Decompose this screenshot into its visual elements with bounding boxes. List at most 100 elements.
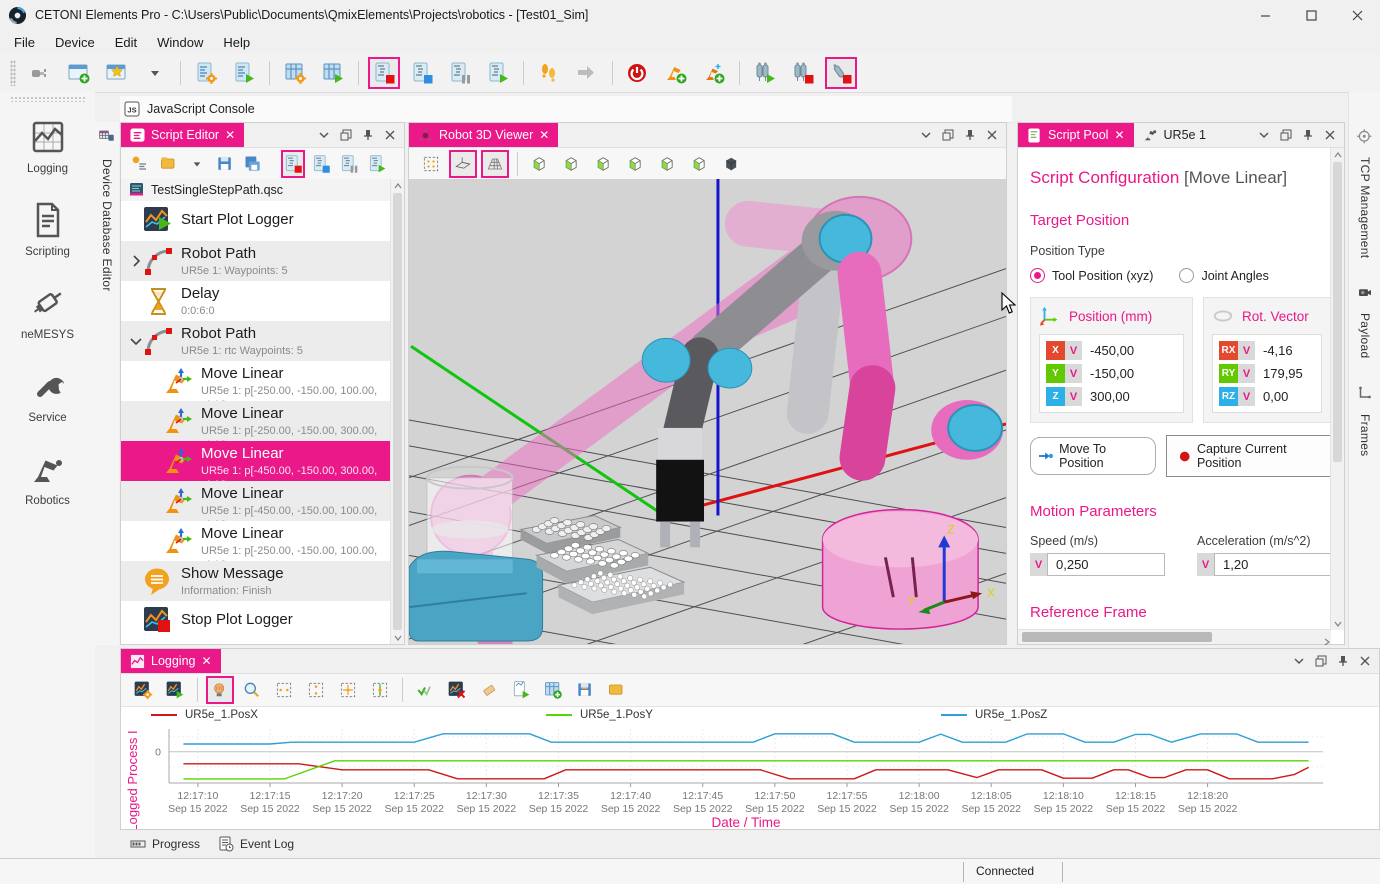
tab-script-pool[interactable]: Script Pool✕ (1018, 123, 1134, 147)
close-tab-icon[interactable]: ✕ (225, 129, 235, 141)
check-icon[interactable] (411, 676, 439, 704)
script-list-run-icon[interactable] (228, 57, 260, 89)
run-icon[interactable] (365, 150, 389, 178)
script-step-row[interactable]: Move Linear UR5e 1: p[-450.00, -150.00, … (121, 441, 391, 481)
script-step-row[interactable]: Stop Plot Logger (121, 601, 391, 641)
script-step-row[interactable]: Move Linear UR5e 1: p[-250.00, -150.00, … (121, 521, 391, 561)
script-file-header[interactable]: TestSingleStepPath.qsc (121, 179, 391, 201)
script-step-row[interactable]: Move Linear UR5e 1: p[-250.00, -150.00, … (121, 361, 391, 401)
snap-points-icon[interactable] (417, 150, 445, 178)
script-step-row[interactable]: Start Plot Logger (121, 201, 391, 241)
clip-plane-icon[interactable] (449, 150, 477, 178)
chart-config-icon[interactable] (129, 676, 157, 704)
scroll-down-icon[interactable] (1331, 617, 1344, 630)
frame-center-icon[interactable] (366, 676, 394, 704)
panel-menu-icon[interactable] (920, 129, 932, 141)
save-config-icon[interactable] (213, 150, 237, 178)
y-value[interactable]: -150,00 (1090, 366, 1134, 381)
solid-cube-icon[interactable] (718, 150, 746, 178)
script-step-row[interactable]: Robot Path UR5e 1: Waypoints: 5 (121, 241, 391, 281)
rz-value[interactable]: 0,00 (1263, 389, 1288, 404)
expander-expanded-icon[interactable] (129, 334, 143, 348)
script-pause-icon[interactable] (444, 57, 476, 89)
rx-value[interactable]: -4,16 (1263, 343, 1293, 358)
dosing-stop-single-icon[interactable] (825, 57, 857, 89)
pool-vertical-scrollbar[interactable] (1330, 148, 1344, 630)
panel-close-icon[interactable] (1324, 129, 1336, 141)
tab-logging[interactable]: Logging✕ (121, 649, 221, 673)
disconnect-icon[interactable] (25, 57, 57, 89)
javascript-console-bar[interactable]: JS JavaScript Console (120, 96, 1012, 123)
save-icon[interactable] (571, 676, 599, 704)
tab-ur5e-1[interactable]: UR5e 1 (1134, 123, 1215, 147)
legend-ur5e_1.posz[interactable]: UR5e_1.PosZ (941, 709, 1047, 721)
y-variable-dropdown[interactable]: V (1065, 364, 1082, 383)
capture-current-position-button[interactable]: Capture Current Position (1166, 435, 1331, 477)
panel-pin-icon[interactable] (1302, 129, 1314, 141)
floor-grid-icon[interactable] (481, 150, 509, 178)
chart-export-icon[interactable] (507, 676, 535, 704)
folder-icon[interactable] (603, 676, 631, 704)
script-step-row[interactable]: Robot Path UR5e 1: rtc Waypoints: 5 (121, 321, 391, 361)
panel-pin-icon[interactable] (362, 129, 374, 141)
menu-file[interactable]: File (4, 32, 45, 53)
x-value[interactable]: -450,00 (1090, 343, 1134, 358)
menu-window[interactable]: Window (147, 32, 213, 53)
script-stop-icon[interactable] (368, 57, 400, 89)
minimize-button[interactable] (1242, 0, 1288, 30)
radio-selected-icon[interactable] (1030, 268, 1045, 283)
panel-menu-icon[interactable] (1258, 129, 1270, 141)
window-add-icon[interactable] (63, 57, 95, 89)
panel-menu-icon[interactable] (1293, 655, 1305, 667)
script-tree-scrollbar[interactable] (390, 179, 404, 644)
scroll-up-icon[interactable] (1331, 148, 1344, 161)
script-stop-all-icon[interactable] (406, 57, 438, 89)
caret-down-icon[interactable] (185, 150, 209, 178)
stop-icon[interactable] (281, 150, 305, 178)
panel-menu-icon[interactable] (318, 129, 330, 141)
right-tab-frames[interactable]: Frames (1356, 385, 1374, 456)
view-cube-icon[interactable] (686, 150, 714, 178)
device-table-config-icon[interactable] (279, 57, 311, 89)
acceleration-variable-dropdown[interactable]: V (1197, 553, 1214, 576)
folder-open-icon[interactable] (157, 150, 181, 178)
close-button[interactable] (1334, 0, 1380, 30)
progress-tab[interactable]: Progress (130, 836, 200, 852)
panel-pin-icon[interactable] (964, 129, 976, 141)
script-resume-icon[interactable] (482, 57, 514, 89)
rz-variable-dropdown[interactable]: V (1238, 387, 1255, 406)
panel-close-icon[interactable] (986, 129, 998, 141)
step-footprints-icon[interactable] (533, 57, 565, 89)
robot-axes-add-icon[interactable] (698, 57, 730, 89)
toolbar-grip[interactable] (10, 60, 16, 86)
tab-script-editor[interactable]: Script Editor✕ (121, 123, 244, 147)
close-tab-icon[interactable]: ✕ (539, 129, 549, 141)
stop-blue-icon[interactable] (309, 150, 333, 178)
emergency-stop-icon[interactable] (622, 57, 654, 89)
sidebar-item-robotics[interactable]: Robotics (0, 436, 95, 519)
frame-v-icon[interactable] (302, 676, 330, 704)
device-database-editor-tab[interactable]: Device Database Editor (95, 122, 119, 645)
script-step-row[interactable]: Delay 0:0:6:0 (121, 281, 391, 321)
save-all-icon[interactable] (241, 150, 265, 178)
radio-unselected-icon[interactable] (1179, 268, 1194, 283)
sidebar-item-scripting[interactable]: Scripting (0, 187, 95, 270)
pool-horizontal-scrollbar[interactable] (1018, 629, 1331, 644)
panel-float-icon[interactable] (340, 129, 352, 141)
script-step-row[interactable]: Show Message Information: Finish (121, 561, 391, 601)
ry-variable-dropdown[interactable]: V (1238, 364, 1255, 383)
eraser-icon[interactable] (475, 676, 503, 704)
device-table-run-icon[interactable] (317, 57, 349, 89)
ry-value[interactable]: 179,95 (1263, 366, 1303, 381)
chart-clear-icon[interactable] (443, 676, 471, 704)
sidebar-item-logging[interactable]: Logging (0, 104, 95, 187)
close-tab-icon[interactable]: ✕ (1114, 129, 1124, 141)
panel-pin-icon[interactable] (1337, 655, 1349, 667)
z-value[interactable]: 300,00 (1090, 389, 1130, 404)
event-log-tab[interactable]: Event Log (218, 836, 294, 852)
sidebar-item-nemesys[interactable]: neMESYS (0, 270, 95, 353)
view-cube-icon[interactable] (526, 150, 554, 178)
view-cube-icon[interactable] (590, 150, 618, 178)
chart-run-icon[interactable] (161, 676, 189, 704)
scroll-up-icon[interactable] (391, 179, 404, 192)
